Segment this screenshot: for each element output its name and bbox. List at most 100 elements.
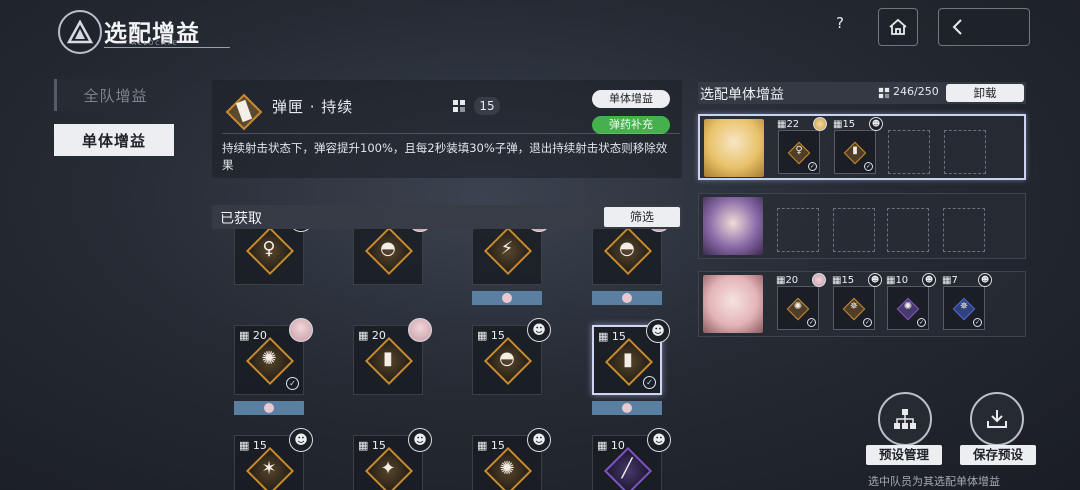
slot-glyph-icon: ♀ bbox=[795, 145, 803, 156]
buff-glyph-icon: ◓ bbox=[619, 238, 635, 259]
acquired-buff-grid: ♀☻◓⚡◓✺▦ 20✓▮▦ 20◓▦ 15☻▮▦ 15☻✓✶▦ 15☻✦▦ 15… bbox=[212, 229, 682, 490]
preset-manage-button[interactable] bbox=[878, 392, 932, 446]
empty-buff-slot[interactable] bbox=[944, 130, 986, 174]
check-icon: ✓ bbox=[917, 318, 926, 327]
owner-avatar: ☻ bbox=[527, 428, 551, 452]
check-icon: ✓ bbox=[863, 318, 872, 327]
member-row[interactable]: ♀ ▦22 ✓ ▮ ▦15 ☻ ✓ bbox=[698, 114, 1026, 180]
buff-slot[interactable]: ✺ ▦10 ☻ ✓ bbox=[886, 273, 936, 330]
owner-avatar: ☻ bbox=[647, 428, 671, 452]
member-row[interactable]: ✺ ▦20 ✓ ✵ ▦15 ☻ ✓ ✺ ▦10 ☻ ✓ ✵ ▦7 ☻ ✓ bbox=[698, 271, 1026, 337]
buff-slot[interactable]: ▮ ▦15 ☻ ✓ bbox=[833, 117, 883, 174]
slot-count: ▦22 bbox=[777, 119, 800, 130]
slot-glyph-icon: ✺ bbox=[793, 301, 803, 312]
download-icon bbox=[987, 410, 1007, 428]
member-portrait[interactable] bbox=[703, 275, 763, 333]
buff-slot[interactable]: ♀ ▦22 ✓ bbox=[777, 117, 827, 174]
chevron-left-icon bbox=[952, 19, 962, 35]
buff-glyph-icon: ✶ bbox=[261, 458, 277, 479]
buff-glyph-icon: ◓ bbox=[380, 238, 396, 259]
buff-glyph-icon: ✦ bbox=[380, 458, 396, 479]
buff-type-tag: 单体增益 bbox=[592, 90, 670, 108]
buff-card[interactable]: ✺ ▦ 20 ✓ bbox=[234, 318, 313, 395]
home-button[interactable] bbox=[878, 8, 918, 46]
slot-count: ▦20 bbox=[776, 275, 799, 286]
slot-owner-avatar: ☻ bbox=[922, 273, 936, 287]
buff-card[interactable]: ♀☻ bbox=[234, 229, 313, 285]
buff-card[interactable]: ◓ ▦ 15 ☻ bbox=[472, 318, 551, 395]
slot-count: ▦15 bbox=[833, 119, 856, 130]
mini-avatar bbox=[502, 293, 512, 303]
save-preset-button[interactable] bbox=[970, 392, 1024, 446]
check-icon: ✓ bbox=[286, 377, 299, 390]
slot-owner-avatar: ☻ bbox=[978, 273, 992, 287]
buff-card[interactable]: ▮ ▦ 15 ☻ ✓ bbox=[592, 319, 670, 395]
back-button[interactable] bbox=[938, 8, 1030, 46]
buff-glyph-icon: ♀ bbox=[262, 238, 276, 259]
owner-avatar bbox=[647, 229, 671, 232]
save-preset-label[interactable]: 保存预设 bbox=[960, 445, 1036, 465]
buff-slot[interactable]: ✵ ▦7 ☻ ✓ bbox=[942, 273, 992, 330]
buff-description: 持续射击状态下，弹容提升100%，且每2秒装填30%子弹，退出持续射击状态则移除… bbox=[222, 141, 668, 172]
buff-card-count: ▦ 15 bbox=[477, 439, 505, 452]
equipped-member-strip bbox=[234, 401, 304, 415]
buff-count: 15 bbox=[474, 97, 500, 115]
slot-count: ▦7 bbox=[942, 275, 958, 286]
mini-avatar bbox=[622, 293, 632, 303]
buff-card-count: ▦ 10 bbox=[597, 439, 625, 452]
buff-glyph-icon: ╱ bbox=[621, 458, 633, 479]
buff-card[interactable]: ▮ ▦ 20 bbox=[353, 318, 432, 395]
mini-avatar bbox=[264, 403, 274, 413]
owner-avatar: ☻ bbox=[408, 428, 432, 452]
buff-card[interactable]: ╱ ▦ 10 ☻ bbox=[592, 428, 671, 490]
buff-slot[interactable]: ✵ ▦15 ☻ ✓ bbox=[832, 273, 882, 330]
empty-buff-slot[interactable] bbox=[887, 208, 929, 252]
buff-card-count: ▦ 15 bbox=[239, 439, 267, 452]
buff-card-count: ▦ 15 bbox=[477, 329, 505, 342]
filter-button[interactable]: 筛选 bbox=[604, 207, 680, 227]
buff-card[interactable]: ✺ ▦ 15 ☻ bbox=[472, 428, 551, 490]
slot-glyph-icon: ▮ bbox=[852, 145, 858, 156]
buff-card-count: ▦ 20 bbox=[358, 329, 386, 342]
magazine-buff-icon bbox=[224, 92, 264, 132]
buff-glyph-icon: ▮ bbox=[383, 348, 393, 369]
check-icon: ✓ bbox=[807, 318, 816, 327]
game-logo bbox=[58, 10, 102, 54]
slot-owner-avatar: ☻ bbox=[869, 117, 883, 131]
member-row[interactable] bbox=[698, 193, 1026, 259]
empty-buff-slot[interactable] bbox=[833, 208, 875, 252]
equipped-member-strip bbox=[592, 291, 662, 305]
preset-manage-label[interactable]: 预设管理 bbox=[866, 445, 942, 465]
buff-slot[interactable]: ✺ ▦20 ✓ bbox=[776, 273, 826, 330]
empty-buff-slot[interactable] bbox=[777, 208, 819, 252]
empty-buff-slot[interactable] bbox=[943, 208, 985, 252]
buff-card[interactable]: ◓ bbox=[592, 229, 671, 285]
slot-count: ▦15 bbox=[832, 275, 855, 286]
hierarchy-icon bbox=[894, 409, 916, 429]
tab-single-buff[interactable]: 单体增益 bbox=[54, 124, 174, 156]
owner-avatar: ☻ bbox=[289, 428, 313, 452]
buff-glyph-icon: ◓ bbox=[499, 348, 515, 369]
title-divider bbox=[104, 47, 230, 48]
buff-glyph-icon: ▮ bbox=[623, 349, 633, 370]
buff-card[interactable]: ✦ ▦ 15 ☻ bbox=[353, 428, 432, 490]
buff-card[interactable]: ◓ bbox=[353, 229, 432, 285]
equipped-member-strip bbox=[472, 291, 542, 305]
empty-buff-slot[interactable] bbox=[888, 130, 930, 174]
unload-button[interactable]: 卸载 bbox=[946, 84, 1024, 102]
check-icon: ✓ bbox=[973, 318, 982, 327]
help-button[interactable]: ? bbox=[830, 14, 850, 36]
page-subtitle: ALLOCATE bbox=[132, 40, 179, 47]
tab-team-buff[interactable]: 全队增益 bbox=[54, 79, 174, 111]
buff-card-count: ▦ 15 bbox=[598, 330, 626, 343]
buff-card[interactable]: ✶ ▦ 15 ☻ bbox=[234, 428, 313, 490]
check-icon: ✓ bbox=[643, 376, 656, 389]
buff-glyph-icon: ✺ bbox=[261, 348, 277, 369]
buff-card[interactable]: ⚡ bbox=[472, 229, 551, 285]
acquired-label: 已获取 bbox=[220, 211, 262, 227]
member-portrait[interactable] bbox=[703, 197, 763, 255]
owner-avatar bbox=[408, 318, 432, 342]
member-portrait[interactable] bbox=[704, 119, 764, 177]
home-icon bbox=[889, 18, 907, 35]
owner-avatar: ☻ bbox=[289, 229, 313, 232]
